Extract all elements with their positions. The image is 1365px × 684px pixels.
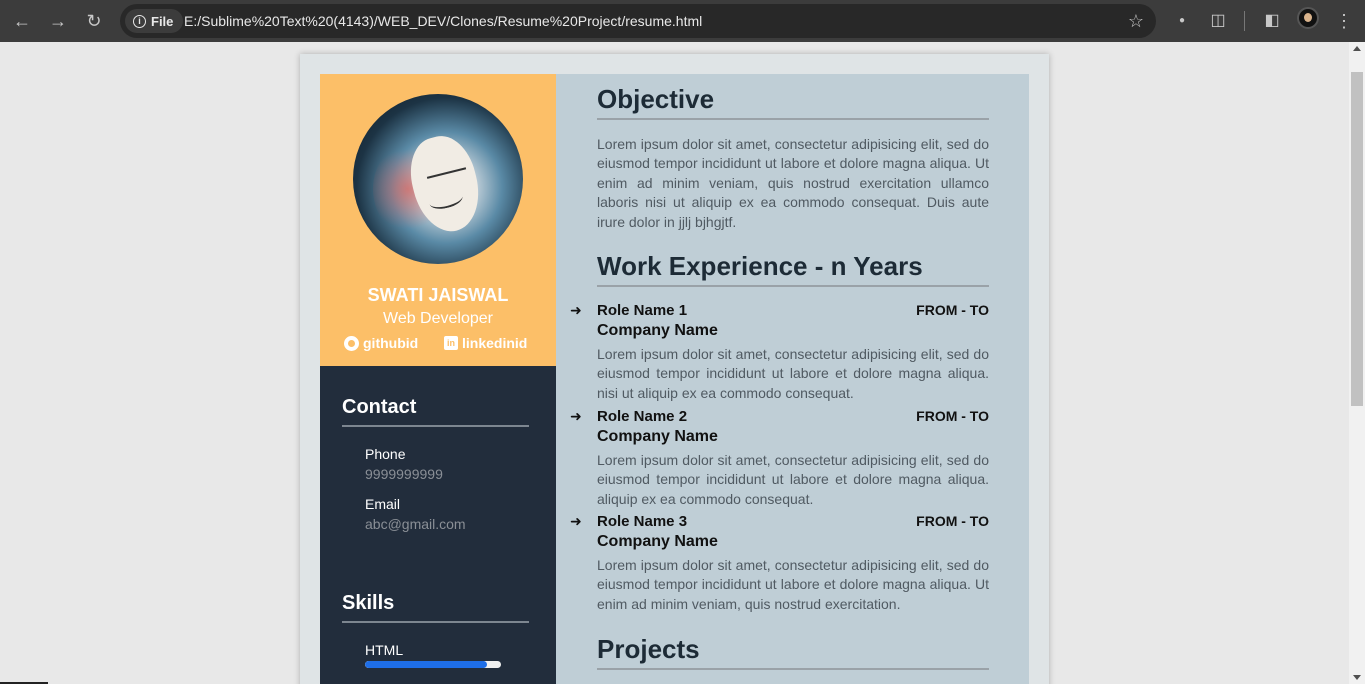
skill-label: HTML bbox=[365, 642, 404, 658]
job-dates: FROM - TO bbox=[916, 408, 989, 424]
job-description: Lorem ipsum dolor sit amet, consectetur … bbox=[597, 346, 989, 401]
url-text[interactable]: E:/Sublime%20Text%20(4143)/WEB_DEV/Clone… bbox=[184, 4, 702, 38]
skill-bar bbox=[365, 661, 501, 668]
job-company: Company Name bbox=[597, 322, 718, 339]
profile-card: SWATI JAISWAL Web Developer githubid in … bbox=[320, 74, 556, 366]
resume-main: Objective Lorem ipsum dolor sit amet, co… bbox=[556, 74, 1029, 684]
resume-sidebar: SWATI JAISWAL Web Developer githubid in … bbox=[320, 74, 556, 684]
profile-avatar[interactable] bbox=[1297, 7, 1319, 29]
side-panel-icon[interactable]: ◧ bbox=[1258, 7, 1286, 35]
job-role: Role Name 2 bbox=[597, 408, 688, 425]
site-info-label: File bbox=[151, 13, 174, 29]
kebab-menu-icon[interactable]: ⋮ bbox=[1330, 7, 1358, 35]
job-description: Lorem ipsum dolor sit amet, consectetur … bbox=[597, 452, 989, 507]
browser-toolbar: ← → ↻ i File E:/Sublime%20Text%20(4143)/… bbox=[0, 0, 1365, 42]
job-dates: FROM - TO bbox=[916, 302, 989, 318]
github-link[interactable]: githubid bbox=[344, 335, 418, 351]
sign-out-icon: ➜ bbox=[570, 408, 582, 424]
back-icon[interactable]: ← bbox=[8, 7, 36, 35]
job-description: Lorem ipsum dolor sit amet, consectetur … bbox=[597, 557, 989, 612]
info-icon: i bbox=[133, 14, 146, 28]
email-label: Email bbox=[365, 496, 401, 512]
profile-name: SWATI JAISWAL bbox=[367, 285, 509, 305]
scroll-thumb[interactable] bbox=[1351, 72, 1363, 406]
phone-value: 9999999999 bbox=[365, 466, 443, 482]
linkedin-label: linkedinid bbox=[462, 335, 528, 351]
address-bar[interactable]: i File E:/Sublime%20Text%20(4143)/WEB_DE… bbox=[120, 4, 1156, 38]
profile-title: Web Developer bbox=[383, 310, 493, 327]
github-label: githubid bbox=[363, 335, 419, 351]
sign-out-icon: ➜ bbox=[570, 302, 582, 318]
tab-search-icon[interactable]: ● bbox=[1168, 7, 1196, 35]
objective-divider bbox=[597, 118, 989, 120]
linkedin-icon: in bbox=[444, 336, 458, 350]
job-role: Role Name 3 bbox=[597, 513, 688, 530]
contact-divider bbox=[342, 425, 529, 427]
toolbar-divider bbox=[1244, 11, 1245, 31]
puzzle-icon[interactable]: ◫ bbox=[1204, 7, 1232, 35]
scroll-up-arrow-icon[interactable] bbox=[1353, 46, 1361, 51]
reload-icon[interactable]: ↻ bbox=[80, 7, 108, 35]
skills-divider bbox=[342, 621, 529, 623]
linkedin-link[interactable]: in linkedinid bbox=[444, 335, 527, 351]
contact-heading: Contact bbox=[342, 396, 417, 418]
projects-heading: Projects bbox=[597, 634, 700, 664]
projects-divider bbox=[597, 668, 989, 670]
star-icon[interactable]: ☆ bbox=[1128, 4, 1144, 38]
experience-divider bbox=[597, 285, 989, 287]
resume-page: SWATI JAISWAL Web Developer githubid in … bbox=[300, 54, 1049, 684]
forward-icon[interactable]: → bbox=[44, 7, 72, 35]
job-role: Role Name 1 bbox=[597, 302, 688, 319]
sign-out-icon: ➜ bbox=[570, 513, 582, 529]
job-company: Company Name bbox=[597, 428, 718, 445]
experience-heading: Work Experience - n Years bbox=[597, 251, 923, 281]
github-icon bbox=[344, 335, 359, 351]
page-scrollbar[interactable] bbox=[1349, 42, 1365, 684]
job-company: Company Name bbox=[597, 533, 718, 550]
scroll-down-arrow-icon[interactable] bbox=[1353, 675, 1361, 680]
phone-label: Phone bbox=[365, 446, 406, 462]
site-info-button[interactable]: i File bbox=[125, 9, 184, 33]
skills-heading: Skills bbox=[342, 592, 395, 614]
objective-heading: Objective bbox=[597, 84, 715, 114]
skill-bar-fill bbox=[365, 661, 488, 668]
job-dates: FROM - TO bbox=[916, 513, 989, 529]
email-value: abc@gmail.com bbox=[365, 516, 466, 532]
objective-text: Lorem ipsum dolor sit amet, consectetur … bbox=[597, 136, 989, 230]
profile-photo bbox=[353, 94, 523, 264]
